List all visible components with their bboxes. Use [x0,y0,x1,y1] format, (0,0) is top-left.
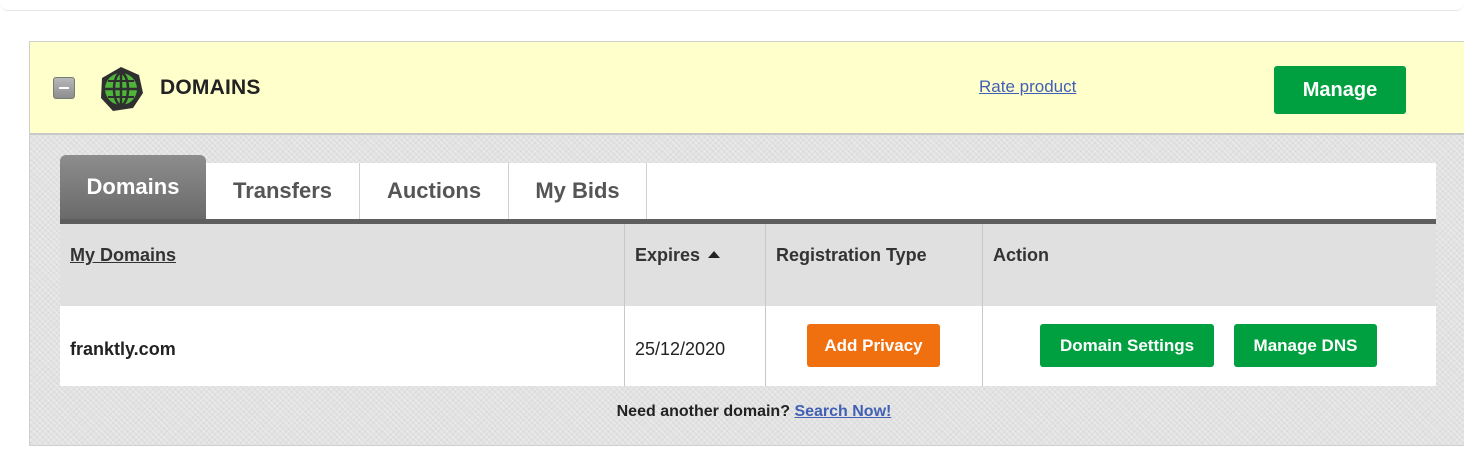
column-header-expires-label: Expires [635,245,701,265]
search-now-link[interactable]: Search Now! [794,403,891,420]
tab-transfers[interactable]: Transfers [206,163,360,219]
domains-table: My Domains Expires Registration Type Act… [60,224,1436,386]
panel-body: Domains Transfers Auctions My Bids My Do… [30,135,1464,445]
collapse-icon[interactable] [53,77,75,99]
manage-dns-button[interactable]: Manage DNS [1234,324,1377,367]
column-header-action: Action [993,245,1049,265]
footer-prompt: Need another domain? [616,403,790,420]
action-cell: Domain Settings Manage DNS [983,306,1436,386]
tab-bar: Domains Transfers Auctions My Bids [60,155,1436,224]
add-privacy-button[interactable]: Add Privacy [807,324,940,367]
rate-product-link[interactable]: Rate product [979,77,1076,97]
top-strip [0,0,1464,11]
domain-name-cell: franktly.com [60,306,625,386]
tab-auctions[interactable]: Auctions [360,163,509,219]
column-header-my-domains[interactable]: My Domains [60,224,625,306]
tab-domains[interactable]: Domains [60,155,206,219]
panel-title: DOMAINS [160,76,261,99]
table-header: My Domains Expires Registration Type Act… [60,224,1436,306]
globe-icon [101,67,143,111]
sort-ascending-icon[interactable] [708,250,721,258]
tab-my-bids[interactable]: My Bids [509,163,647,219]
panel-header: DOMAINS Rate product Manage [30,42,1464,135]
column-header-expires[interactable]: Expires [625,224,766,306]
domains-panel: DOMAINS Rate product Manage Domains Tran… [29,41,1464,446]
domain-settings-button[interactable]: Domain Settings [1040,324,1214,367]
expires-cell: 25/12/2020 [625,306,766,386]
table-row: franktly.com 25/12/2020 Add Privacy Doma… [60,306,1436,386]
footer-note: Need another domain? Search Now! [30,403,1464,421]
manage-button[interactable]: Manage [1274,66,1406,114]
column-header-registration-type: Registration Type [766,224,983,306]
registration-type-cell: Add Privacy [766,306,983,386]
